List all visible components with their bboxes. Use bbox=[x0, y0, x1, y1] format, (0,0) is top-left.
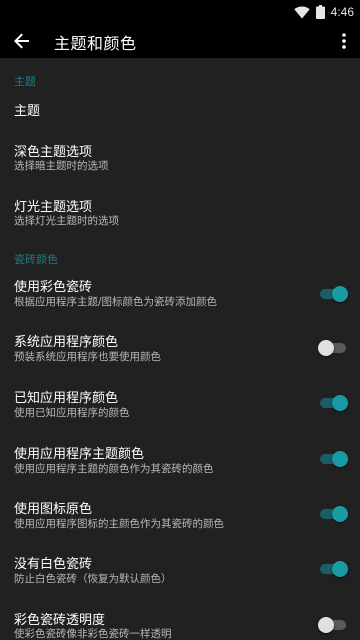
back-button[interactable] bbox=[8, 28, 36, 54]
pref-theme[interactable]: 主题 bbox=[0, 86, 360, 132]
switch-thumb bbox=[332, 451, 348, 467]
pref-summary: 选择暗主题时的选项 bbox=[14, 160, 109, 172]
no-white-tiles-switch[interactable] bbox=[320, 561, 348, 577]
more-vertical-icon bbox=[342, 33, 346, 49]
wifi-icon bbox=[293, 6, 310, 19]
status-time: 4:46 bbox=[330, 5, 354, 19]
pref-light-theme-options[interactable]: 灯光主题选项 选择灯光主题时的选项 bbox=[0, 188, 360, 240]
pref-tile-transparency[interactable]: 彩色瓷砖透明度 使彩色瓷砖像非彩色瓷砖一样透明 bbox=[0, 602, 360, 640]
pref-summary: 使彩色瓷砖像非彩色瓷砖一样透明 bbox=[14, 628, 172, 640]
system-app-colors-switch[interactable] bbox=[318, 340, 346, 356]
switch-thumb bbox=[318, 340, 334, 356]
known-app-colors-switch[interactable] bbox=[320, 395, 348, 411]
pref-summary: 使用已知应用程序的颜色 bbox=[14, 407, 130, 419]
status-icons: 4:46 bbox=[293, 3, 354, 21]
arrow-left-icon bbox=[14, 33, 30, 49]
pref-summary: 选择灯光主题时的选项 bbox=[14, 215, 119, 227]
pref-title: 使用应用程序主题颜色 bbox=[14, 447, 145, 462]
status-bar: 4:46 bbox=[0, 0, 360, 24]
switch-thumb bbox=[318, 617, 334, 633]
pref-summary: 防止白色瓷砖（恢复为默认颜色） bbox=[14, 573, 172, 585]
app-theme-colors-switch[interactable] bbox=[320, 451, 348, 467]
pref-title: 系统应用程序颜色 bbox=[14, 335, 119, 350]
pref-title: 使用彩色瓷砖 bbox=[14, 280, 93, 295]
switch-thumb bbox=[332, 395, 348, 411]
color-tiles-switch[interactable] bbox=[320, 286, 348, 302]
icon-colors-switch[interactable] bbox=[320, 506, 348, 522]
settings-list: 主题 主题 深色主题选项 选择暗主题时的选项 灯光主题选项 选择灯光主题时的选项… bbox=[0, 58, 360, 640]
switch-thumb bbox=[332, 506, 348, 522]
pref-title: 已知应用程序颜色 bbox=[14, 391, 119, 406]
pref-known-app-colors[interactable]: 已知应用程序颜色 使用已知应用程序的颜色 bbox=[0, 379, 360, 433]
pref-summary: 预装系统应用程序也要使用颜色 bbox=[14, 351, 161, 363]
pref-title: 主题 bbox=[14, 104, 41, 119]
pref-system-app-colors[interactable]: 系统应用程序颜色 预装系统应用程序也要使用颜色 bbox=[0, 324, 360, 378]
pref-no-white-tiles[interactable]: 没有白色瓷砖 防止白色瓷砖（恢复为默认颜色） bbox=[0, 546, 360, 600]
app-bar: 主题和颜色 bbox=[0, 24, 360, 58]
switch-thumb bbox=[332, 286, 348, 302]
pref-app-theme-colors[interactable]: 使用应用程序主题颜色 使用应用程序主题的颜色作为其瓷砖的颜色 bbox=[0, 435, 360, 489]
pref-summary: 根据应用程序主题/图标颜色为瓷砖添加颜色 bbox=[14, 296, 218, 308]
pref-color-tiles[interactable]: 使用彩色瓷砖 根据应用程序主题/图标颜色为瓷砖添加颜色 bbox=[0, 268, 360, 322]
battery-icon bbox=[315, 5, 325, 19]
pref-title: 使用图标原色 bbox=[14, 502, 93, 517]
switch-thumb bbox=[332, 561, 348, 577]
pref-title: 没有白色瓷砖 bbox=[14, 557, 93, 572]
page-title: 主题和颜色 bbox=[54, 34, 137, 53]
pref-dark-theme-options[interactable]: 深色主题选项 选择暗主题时的选项 bbox=[0, 132, 360, 184]
section-header-tile-colors: 瓷砖颜色 bbox=[14, 253, 58, 266]
pref-icon-colors[interactable]: 使用图标原色 使用应用程序图标的主颜色作为其瓷砖的颜色 bbox=[0, 490, 360, 544]
overflow-menu-button[interactable] bbox=[334, 28, 354, 54]
pref-summary: 使用应用程序图标的主颜色作为其瓷砖的颜色 bbox=[14, 518, 224, 530]
tile-transparency-switch[interactable] bbox=[318, 617, 346, 633]
pref-summary: 使用应用程序主题的颜色作为其瓷砖的颜色 bbox=[14, 463, 214, 475]
